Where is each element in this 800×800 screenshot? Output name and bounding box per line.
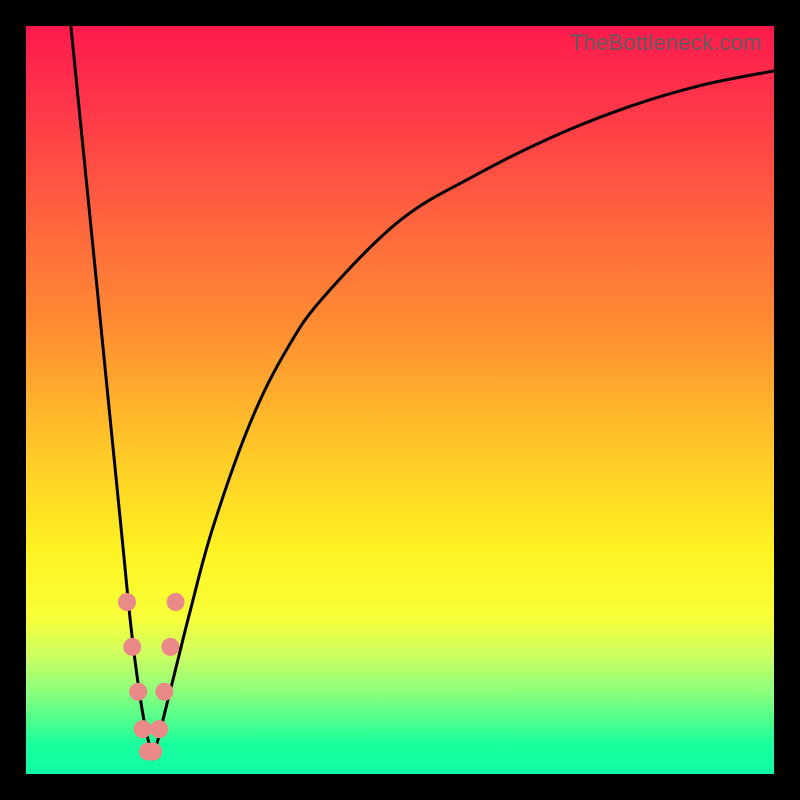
data-marker	[124, 638, 141, 655]
data-marker	[167, 593, 184, 610]
data-marker	[156, 683, 173, 700]
data-marker	[134, 721, 151, 738]
data-marker	[162, 638, 179, 655]
chart-frame: TheBottleneck.com	[0, 0, 800, 800]
data-marker	[118, 593, 135, 610]
data-marker	[145, 743, 162, 760]
data-marker	[130, 683, 147, 700]
plot-area: TheBottleneck.com	[26, 26, 774, 774]
right-curve	[153, 71, 774, 759]
data-marker	[151, 721, 168, 738]
curves-svg	[26, 26, 774, 774]
